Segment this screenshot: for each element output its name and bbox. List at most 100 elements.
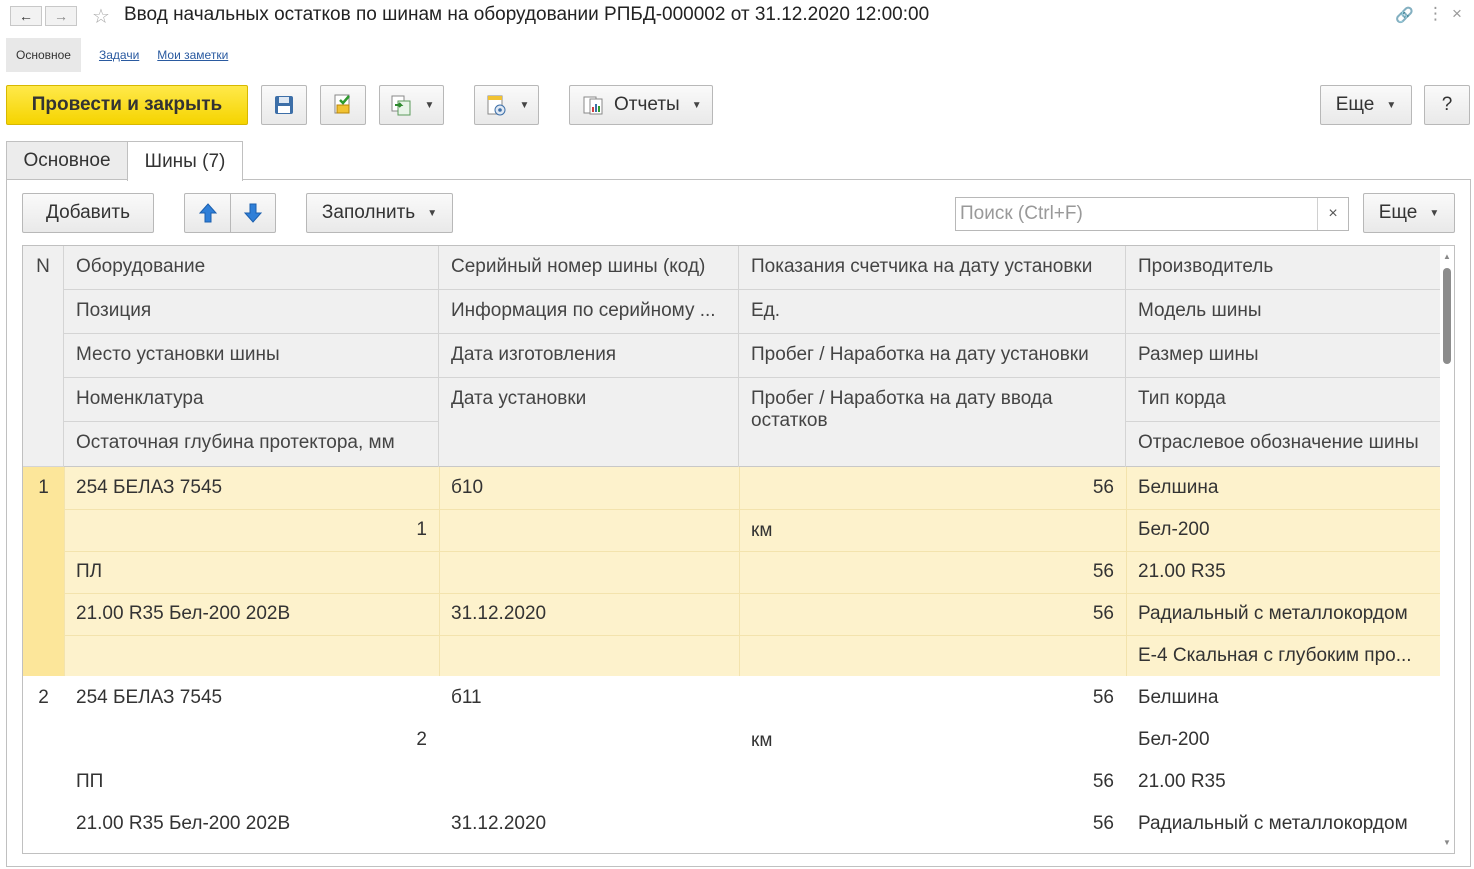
back-button[interactable]: ← [10,6,42,26]
column-header-counter[interactable]: Показания счетчика на дату установки [739,246,1126,290]
arrow-right-icon: → [54,8,68,24]
column-header-made-date[interactable]: Дата изготовления [439,334,739,378]
column-header-n[interactable]: N [23,246,64,467]
fill-label: Заполнить [321,202,416,223]
cell-equipment[interactable]: 254 БЕЛАЗ 7545 [64,677,439,709]
column-header-install-date[interactable]: Дата установки [439,378,739,467]
more-vertical-icon[interactable]: ⋮ [1427,4,1444,24]
save-icon [275,96,293,114]
column-header-unit[interactable]: Ед. [739,290,1126,334]
table-more-label: Еще [1378,202,1418,223]
section-notes[interactable]: Мои заметки [157,48,228,62]
cell-unit[interactable]: км [739,720,1126,752]
cell-cord[interactable]: Радиальный с металлокордом [1126,803,1441,835]
column-header-run-input[interactable]: Пробег / Наработка на дату ввода остатко… [739,378,1126,467]
chevron-down-icon: ▼ [427,207,438,219]
column-header-industry[interactable]: Отраслевое обозначение шины [1126,422,1441,467]
section-tasks[interactable]: Задачи [99,48,139,62]
star-icon[interactable]: ☆ [92,4,110,29]
tab-tires[interactable]: Шины (7) [127,141,243,181]
cell-counter[interactable]: 56 [739,467,1126,499]
column-header-equipment[interactable]: Оборудование [64,246,439,290]
forward-button[interactable]: → [45,6,77,26]
cell-counter[interactable]: 56 [739,677,1126,709]
row-number: 2 [38,687,49,708]
save-button[interactable] [261,85,307,125]
chevron-down-icon: ▼ [424,99,435,111]
cell-run-install[interactable]: 56 [739,551,1126,583]
chevron-down-icon: ▼ [519,99,530,111]
scroll-up-icon[interactable]: ▲ [1443,252,1451,261]
cell-position[interactable]: 2 [64,719,439,751]
tab-active-joint [128,178,242,181]
cell-nomenclature[interactable]: 21.00 R35 Бел-200 202В [64,803,439,835]
column-header-cord[interactable]: Тип корда [1126,378,1441,422]
column-header-maker[interactable]: Производитель [1126,246,1441,290]
cell-position[interactable]: 1 [64,509,439,541]
close-icon[interactable]: × [1452,4,1462,24]
reports-button[interactable]: Отчеты ▼ [569,85,713,125]
cell-maker[interactable]: Белшина [1126,467,1441,499]
cell-unit[interactable]: км [739,510,1126,542]
column-header-size[interactable]: Размер шины [1126,334,1441,378]
cell-serial[interactable]: б11 [439,677,739,709]
print-button[interactable]: ▼ [474,85,539,125]
column-header-serial-info[interactable]: Информация по серийному ... [439,290,739,334]
tires-table: N Оборудование Позиция Место установки ш… [22,245,1455,854]
cell-size[interactable]: 21.00 R35 [1126,761,1441,793]
scrollbar-thumb[interactable] [1443,268,1451,364]
clear-search-button[interactable]: × [1317,198,1348,230]
cell-size[interactable]: 21.00 R35 [1126,551,1441,583]
table-more-button[interactable]: Еще ▼ [1363,193,1455,233]
column-header-position[interactable]: Позиция [64,290,439,334]
create-based-on-icon [391,95,411,116]
cell-cord[interactable]: Радиальный с металлокордом [1126,593,1441,625]
column-header-place[interactable]: Место установки шины [64,334,439,378]
cell-industry[interactable]: Е-4 Скальная с глубоким про... [1126,635,1441,667]
arrow-left-icon: ← [19,8,33,24]
column-header-serial[interactable]: Серийный номер шины (код) [439,246,739,290]
cell-install-date[interactable]: 31.12.2020 [439,593,739,625]
cell-run-install[interactable]: 56 [739,761,1126,793]
cell-model[interactable]: Бел-200 [1126,719,1441,751]
tab-main[interactable]: Основное [6,141,128,180]
help-button[interactable]: ? [1424,85,1470,125]
chevron-down-icon: ▼ [691,99,702,111]
scroll-down-icon[interactable]: ▼ [1443,838,1451,847]
cell-run-input[interactable]: 56 [739,803,1126,835]
cell-serial-info[interactable] [439,509,739,519]
post-button[interactable] [320,85,366,125]
column-header-tread-depth[interactable]: Остаточная глубина протектора, мм [64,422,439,467]
post-document-icon [334,94,350,114]
cell-nomenclature[interactable]: 21.00 R35 Бел-200 202В [64,593,439,625]
chevron-down-icon: ▼ [1429,207,1440,219]
reports-label: Отчеты [614,94,680,115]
arrow-down-icon [243,203,263,223]
link-icon[interactable]: 🔗 [1395,6,1414,24]
cell-maker[interactable]: Белшина [1126,677,1441,709]
document-settings-icon [487,95,506,116]
arrow-up-icon [198,203,217,223]
cell-made-date[interactable] [439,551,739,561]
cell-place[interactable]: ПП [64,761,439,793]
more-button[interactable]: Еще ▼ [1320,85,1412,125]
move-up-button[interactable] [184,193,231,233]
cell-tread-depth[interactable] [64,635,439,645]
column-header-run-install[interactable]: Пробег / Наработка на дату установки [739,334,1126,378]
column-header-model[interactable]: Модель шины [1126,290,1441,334]
post-and-close-button[interactable]: Провести и закрыть [6,85,248,125]
cell-model[interactable]: Бел-200 [1126,509,1441,541]
cell-install-date[interactable]: 31.12.2020 [439,803,739,835]
cell-serial[interactable]: б10 [439,467,739,499]
move-down-button[interactable] [230,193,276,233]
cell-equipment[interactable]: 254 БЕЛАЗ 7545 [64,467,439,499]
fill-button[interactable]: Заполнить ▼ [306,193,453,233]
cell-run-input[interactable]: 56 [739,593,1126,625]
create-based-on-button[interactable]: ▼ [379,85,444,125]
add-button[interactable]: Добавить [22,193,154,233]
cell-place[interactable]: ПЛ [64,551,439,583]
search-input[interactable] [956,198,1318,230]
section-main[interactable]: Основное [6,38,81,72]
column-header-nomenclature[interactable]: Номенклатура [64,378,439,422]
search-box: × [955,197,1349,231]
